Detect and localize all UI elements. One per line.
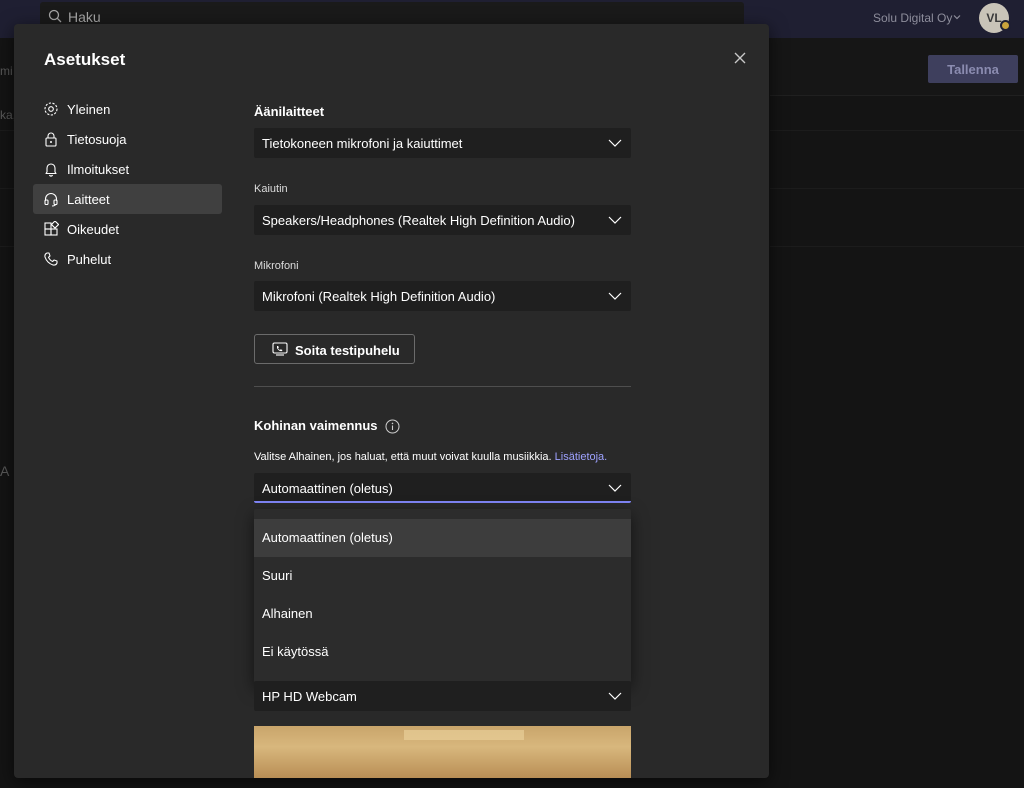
camera-preview	[254, 726, 631, 778]
audio-device-value: Tietokoneen mikrofoni ja kaiuttimet	[262, 136, 463, 151]
settings-dialog: Asetukset Yleinen Tietosuoja Ilmoitukset…	[14, 24, 769, 778]
test-call-icon	[272, 342, 288, 356]
description-text: Valitse Alhainen, jos haluat, että muut …	[254, 451, 552, 463]
search-icon	[48, 9, 62, 23]
noise-suppression-select[interactable]: Automaattinen (oletus)	[254, 473, 631, 503]
speaker-select[interactable]: Speakers/Headphones (Realtek High Defini…	[254, 205, 631, 235]
headset-icon	[44, 193, 58, 207]
option-automatic[interactable]: Automaattinen (oletus)	[254, 519, 631, 557]
nav-item-notifications[interactable]: Ilmoitukset	[33, 154, 222, 184]
background-divider	[770, 188, 1024, 189]
option-label: Ei käytössä	[262, 644, 329, 659]
audio-devices-heading: Äänilaitteet	[254, 104, 325, 119]
option-low[interactable]: Alhainen	[254, 595, 631, 633]
devices-panel: Äänilaitteet Tietokoneen mikrofoni ja ka…	[254, 24, 632, 778]
chevron-down-icon	[608, 484, 622, 492]
camera-select[interactable]: HP HD Webcam	[254, 681, 631, 711]
bell-icon	[45, 163, 57, 177]
nav-item-privacy[interactable]: Tietosuoja	[33, 124, 222, 154]
phone-icon	[44, 252, 58, 266]
nav-label: Yleinen	[67, 102, 111, 117]
option-label: Automaattinen (oletus)	[262, 530, 393, 545]
camera-value: HP HD Webcam	[262, 689, 357, 704]
nav-label: Oikeudet	[67, 222, 120, 237]
option-label: Suuri	[262, 568, 293, 583]
background-divider	[0, 246, 14, 247]
dialog-title: Asetukset	[44, 50, 126, 69]
speaker-label: Kaiutin	[254, 183, 288, 195]
test-call-label: Soita testipuhelu	[295, 343, 400, 358]
background-divider	[0, 188, 14, 189]
chevron-down-icon	[608, 692, 622, 700]
microphone-value: Mikrofoni (Realtek High Definition Audio…	[262, 289, 496, 304]
background-divider	[770, 246, 1024, 247]
presence-status-icon	[1000, 20, 1011, 31]
microphone-select[interactable]: Mikrofoni (Realtek High Definition Audio…	[254, 281, 631, 311]
nav-label: Laitteet	[67, 192, 110, 207]
audio-device-select[interactable]: Tietokoneen mikrofoni ja kaiuttimet	[254, 128, 631, 158]
nav-label: Puhelut	[67, 252, 112, 267]
option-high[interactable]: Suuri	[254, 557, 631, 595]
lock-icon	[45, 132, 57, 147]
nav-item-calls[interactable]: Puhelut	[33, 244, 222, 274]
close-icon[interactable]	[732, 50, 748, 66]
nav-item-permissions[interactable]: Oikeudet	[33, 214, 222, 244]
nav-item-devices[interactable]: Laitteet	[33, 184, 222, 214]
background-text-fragment: A	[0, 463, 10, 479]
background-save-button[interactable]: Tallenna	[928, 55, 1018, 83]
option-label: Alhainen	[262, 606, 313, 621]
noise-suppression-dropdown: Automaattinen (oletus) Suuri Alhainen Ei…	[254, 509, 631, 683]
noise-suppression-description: Valitse Alhainen, jos haluat, että muut …	[254, 451, 607, 463]
microphone-label: Mikrofoni	[254, 260, 299, 272]
chevron-down-icon[interactable]	[952, 12, 962, 22]
learn-more-link[interactable]: Lisätietoja.	[555, 451, 608, 463]
gear-icon	[44, 102, 58, 116]
section-divider	[254, 386, 631, 387]
nav-item-general[interactable]: Yleinen	[33, 94, 222, 124]
search-placeholder: Haku	[68, 9, 101, 25]
background-divider	[0, 130, 14, 131]
option-off[interactable]: Ei käytössä	[254, 633, 631, 671]
chevron-down-icon	[608, 139, 622, 147]
test-call-button[interactable]: Soita testipuhelu	[254, 334, 415, 364]
speaker-value: Speakers/Headphones (Realtek High Defini…	[262, 213, 575, 228]
noise-suppression-value: Automaattinen (oletus)	[262, 481, 393, 496]
background-divider	[770, 130, 1024, 131]
info-icon[interactable]	[385, 419, 400, 434]
apps-icon	[44, 221, 59, 236]
chevron-down-icon	[608, 292, 622, 300]
nav-label: Tietosuoja	[67, 132, 127, 147]
noise-suppression-heading: Kohinan vaimennus	[254, 418, 378, 433]
nav-label: Ilmoitukset	[67, 162, 130, 177]
background-text-fragment: mi	[0, 64, 13, 78]
org-name[interactable]: Solu Digital Oy	[873, 11, 952, 25]
chevron-down-icon	[608, 216, 622, 224]
camera-preview-highlight	[404, 730, 524, 740]
